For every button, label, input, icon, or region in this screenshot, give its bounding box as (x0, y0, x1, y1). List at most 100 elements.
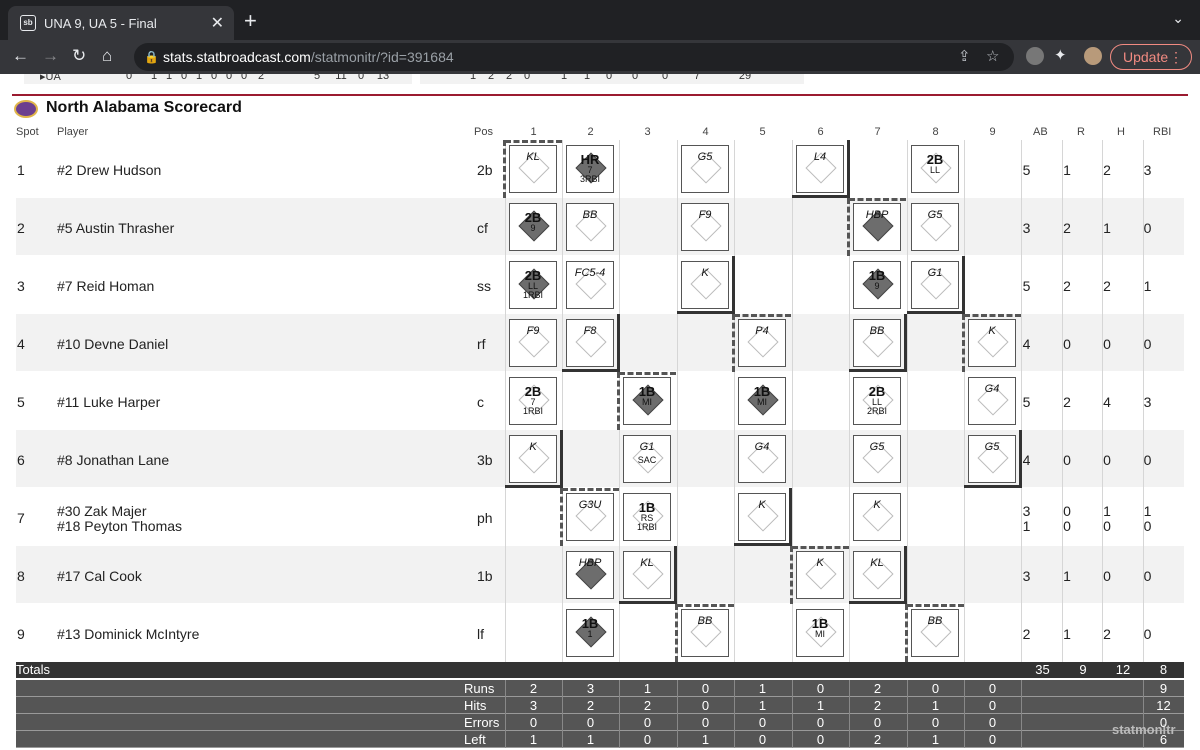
reload-icon[interactable]: ↻ (72, 46, 86, 66)
close-tab-icon[interactable]: ✕ (211, 13, 224, 33)
address-bar[interactable]: 🔒 stats.statbroadcast.com/statmonitr/?id… (134, 43, 1014, 71)
at-bat-box[interactable]: 1B 1 (566, 609, 614, 657)
player-name[interactable]: #11 Luke Harper (57, 394, 160, 410)
grid-line (1021, 731, 1022, 748)
at-bat-box[interactable]: 1B MI (796, 609, 844, 657)
at-bat-box[interactable]: HBP (566, 551, 614, 599)
play-detail: SAC (637, 455, 657, 465)
at-bat-box[interactable]: 2B 9 (509, 203, 557, 251)
at-bat-box[interactable]: 2B LL 2RBI (853, 377, 901, 425)
grid-line (562, 714, 563, 731)
stat-h: 1 (1103, 503, 1111, 519)
at-bat-box[interactable]: 2B LL 1RBI (509, 261, 557, 309)
tab-active[interactable]: sb UNA 9, UA 5 - Final ✕ (8, 6, 234, 40)
at-bat-box[interactable]: G3U (566, 493, 614, 541)
grid-line (907, 697, 908, 714)
player-name[interactable]: #2 Drew Hudson (57, 162, 161, 178)
footer-value: 0 (931, 715, 940, 730)
play-code: BB (582, 209, 598, 221)
footer-value: 1 (931, 732, 940, 747)
at-bat-box[interactable]: BB (681, 609, 729, 657)
play-rbi: 1RBI (522, 290, 543, 300)
player-name[interactable]: #8 Jonathan Lane (57, 452, 169, 468)
at-bat-box[interactable]: G5 (968, 435, 1016, 483)
tab-search-chevron-icon[interactable]: ⌄ (1172, 10, 1184, 27)
stat-h: 0 (1103, 452, 1111, 468)
linescore-value: 29 (738, 74, 752, 82)
at-bat-box[interactable]: KL (853, 551, 901, 599)
at-bat-box[interactable]: K (681, 261, 729, 309)
at-bat-box[interactable]: P4 (738, 319, 786, 367)
inning-end-marker (849, 601, 906, 604)
at-bat-box[interactable]: G5 (681, 145, 729, 193)
at-bat-box[interactable]: KL (509, 145, 557, 193)
player-name[interactable]: #17 Cal Cook (57, 568, 142, 584)
profile-avatar[interactable] (1084, 47, 1102, 65)
extension-icon[interactable] (1026, 47, 1044, 65)
grid-line (964, 714, 965, 731)
spot-number: 7 (17, 510, 25, 526)
at-bat-box[interactable]: F8 (566, 319, 614, 367)
stat-rbi: 0 (1143, 220, 1152, 236)
linescore-team-label: UA (45, 74, 61, 83)
at-bat-box[interactable]: L4 (796, 145, 844, 193)
back-icon[interactable]: ← (12, 46, 29, 66)
at-bat-box[interactable]: 1B MI (623, 377, 671, 425)
at-bat-box[interactable]: 1B MI (738, 377, 786, 425)
at-bat-box[interactable]: BB (566, 203, 614, 251)
more-menu-icon[interactable]: ⋮ (1169, 45, 1183, 69)
at-bat-box[interactable]: 1B RS 1RBI (623, 493, 671, 541)
player-name[interactable]: #5 Austin Thrasher (57, 220, 174, 236)
player-name[interactable]: #13 Dominick McIntyre (57, 626, 199, 642)
player-name[interactable]: #10 Devne Daniel (57, 336, 168, 352)
grid-line (677, 714, 678, 731)
inning-end-marker (562, 369, 619, 372)
extensions-puzzle-icon[interactable]: ✦ (1054, 46, 1067, 64)
leadoff-marker (734, 314, 791, 317)
at-bat-box[interactable]: G1 SAC (623, 435, 671, 483)
at-bat-box[interactable]: G4 (968, 377, 1016, 425)
at-bat-box[interactable]: G5 (911, 203, 959, 251)
footer-value: 0 (701, 698, 710, 713)
at-bat-box[interactable]: 2B 7 1RBI (509, 377, 557, 425)
linescore-value: 1 (469, 74, 477, 82)
forward-icon[interactable]: → (42, 46, 59, 66)
player-name[interactable]: #18 Peyton Thomas (57, 518, 182, 534)
at-bat-box[interactable]: FC5-4 (566, 261, 614, 309)
at-bat-box[interactable]: F9 (681, 203, 729, 251)
at-bat-box[interactable]: K (968, 319, 1016, 367)
at-bat-box[interactable]: K (796, 551, 844, 599)
grid-line (562, 140, 563, 662)
at-bat-box[interactable]: K (509, 435, 557, 483)
at-bat-box[interactable]: F9 (509, 319, 557, 367)
lock-icon[interactable]: 🔒 (144, 43, 159, 71)
at-bat-box[interactable]: BB (853, 319, 901, 367)
at-bat-box[interactable]: 2B LL (911, 145, 959, 193)
footer-row-runs: Runs 2 3 1 0 1 0 2 0 0 9 (16, 680, 1184, 697)
new-tab-icon[interactable]: + (244, 8, 257, 34)
linescore-value: 11 (335, 74, 347, 82)
at-bat-box[interactable]: HBP (853, 203, 901, 251)
at-bat-box[interactable]: G5 (853, 435, 901, 483)
inning-end-marker (560, 430, 563, 488)
at-bat-box[interactable]: G4 (738, 435, 786, 483)
player-name[interactable]: #7 Reid Homan (57, 278, 154, 294)
home-icon[interactable]: ⌂ (102, 46, 112, 66)
at-bat-box[interactable]: K (738, 493, 786, 541)
share-icon[interactable]: ⇪ (958, 43, 971, 71)
at-bat-box[interactable]: G1 (911, 261, 959, 309)
grid-line (677, 731, 678, 748)
at-bat-box[interactable]: HR 7 3RBI (566, 145, 614, 193)
bookmark-star-icon[interactable]: ☆ (986, 43, 999, 71)
play-code: G5 (697, 151, 713, 163)
footer-value: 0 (816, 715, 825, 730)
at-bat-box[interactable]: 1B 9 (853, 261, 901, 309)
at-bat-box[interactable]: KL (623, 551, 671, 599)
at-bat-box[interactable]: K (853, 493, 901, 541)
player-position: 1b (477, 568, 493, 584)
inning-end-marker (792, 195, 849, 198)
grid-line (964, 731, 965, 748)
player-name[interactable]: #30 Zak Majer (57, 503, 146, 519)
at-bat-box[interactable]: BB (911, 609, 959, 657)
update-button[interactable]: Update ⋮ (1110, 44, 1192, 70)
